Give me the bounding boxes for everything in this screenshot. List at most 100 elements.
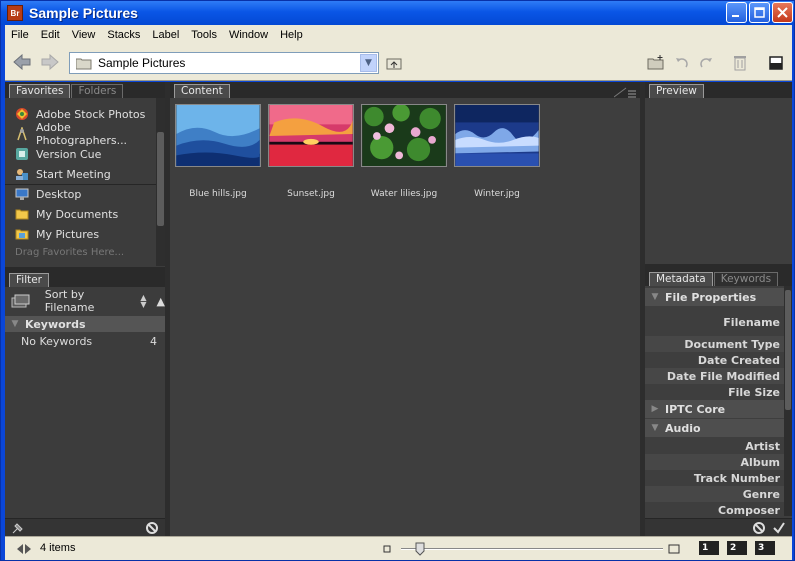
thumbnail-size-slider[interactable]: [401, 548, 663, 550]
iptc-core-section[interactable]: ▶ IPTC Core: [645, 400, 784, 418]
winter-thumbnail[interactable]: [454, 104, 540, 167]
metadata-scrollbar[interactable]: [784, 286, 792, 516]
filter-row-label: No Keywords: [21, 335, 93, 348]
menu-file[interactable]: File: [5, 29, 35, 41]
favorite-my-pictures[interactable]: My Pictures: [15, 224, 99, 244]
meeting-icon: [16, 169, 28, 180]
favorite-desktop[interactable]: Desktop: [15, 184, 81, 204]
slider-handle[interactable]: [415, 542, 425, 556]
workspace-1-label: 1: [702, 543, 709, 553]
audio-section[interactable]: ▼ Audio: [645, 419, 784, 437]
sort-ascending-icon[interactable]: ▲: [157, 295, 165, 308]
file-properties-section[interactable]: ▼ File Properties: [645, 288, 784, 306]
window-title: Sample Pictures: [29, 5, 138, 21]
new-folder-icon[interactable]: [647, 54, 665, 72]
tab-folders[interactable]: Folders: [71, 84, 124, 98]
meta-field-date-modified: Date File Modified: [666, 370, 780, 383]
meta-field-document-type: Document Type: [684, 338, 780, 351]
sort-row: Sort by Filename ▲ ▼ ▲: [5, 287, 165, 315]
tab-favorites[interactable]: Favorites: [9, 84, 71, 98]
forward-arrow-icon[interactable]: [41, 54, 59, 70]
favorite-adobe-photographers[interactable]: Adobe Photographers...: [15, 121, 165, 147]
water-lilies-thumbnail[interactable]: [361, 104, 447, 167]
checkmark-icon[interactable]: [772, 521, 786, 535]
favorite-label: Adobe Stock Photos: [36, 107, 146, 121]
filter-row-no-keywords[interactable]: No Keywords 4: [21, 335, 157, 348]
status-bar: 4 items 1 2 3: [5, 536, 792, 560]
minimize-button[interactable]: [726, 2, 747, 23]
scroll-thumb[interactable]: [785, 290, 791, 410]
version-cue-icon: [16, 148, 28, 160]
path-dropdown[interactable]: Sample Pictures ▼: [69, 52, 379, 74]
menu-tools[interactable]: Tools: [185, 29, 223, 41]
section-title: Keywords: [25, 317, 86, 331]
menu-stacks[interactable]: Stacks: [101, 29, 146, 41]
toggle-panels-icon[interactable]: [17, 544, 31, 554]
workspace-3-button[interactable]: 3: [755, 541, 775, 555]
small-thumbnail-icon[interactable]: [383, 545, 391, 553]
thumbnail-caption: Water lilies.jpg: [370, 189, 438, 199]
menu-help[interactable]: Help: [274, 29, 309, 41]
sort-by-label[interactable]: Sort by Filename: [45, 288, 137, 314]
thumbnail-caption: Blue hills.jpg: [189, 189, 247, 199]
expand-triangle-icon: ▶: [651, 404, 659, 414]
sort-updown-icon[interactable]: ▲ ▼: [140, 294, 146, 309]
favorite-version-cue[interactable]: Version Cue: [15, 144, 101, 164]
panel-menu-icon[interactable]: [614, 86, 638, 98]
drag-favorites-hint: Drag Favorites Here...: [15, 246, 125, 258]
folder-icon: [15, 209, 29, 220]
back-arrow-icon[interactable]: [13, 54, 31, 70]
rotate-right-icon[interactable]: [697, 54, 715, 72]
delete-trash-icon[interactable]: [731, 54, 749, 72]
scroll-thumb[interactable]: [157, 132, 164, 226]
tab-keywords[interactable]: Keywords: [713, 272, 779, 286]
go-up-folder-icon[interactable]: [385, 54, 403, 72]
favorite-label: My Pictures: [36, 227, 100, 241]
favorites-panel: Favorites Folders Adobe Stock Photos Ado…: [5, 82, 165, 267]
rotate-left-icon[interactable]: [673, 54, 691, 72]
preview-panel: Preview: [645, 82, 792, 264]
tab-metadata[interactable]: Metadata: [649, 272, 713, 286]
favorite-label: Version Cue: [36, 147, 102, 161]
large-thumbnail-icon[interactable]: [668, 543, 680, 555]
collapse-triangle-icon: ▼: [651, 423, 659, 433]
filter-keywords-section[interactable]: ▼ Keywords: [5, 316, 165, 332]
tab-content[interactable]: Content: [174, 84, 230, 98]
favorite-start-meeting[interactable]: Start Meeting: [15, 164, 111, 184]
sunset-thumbnail[interactable]: [268, 104, 354, 167]
favorite-my-documents[interactable]: My Documents: [15, 204, 118, 224]
collapse-triangle-icon: ▼: [11, 319, 19, 329]
meta-field-album: Album: [740, 456, 780, 469]
filter-footer: [5, 518, 165, 536]
section-title: File Properties: [665, 290, 757, 304]
pin-icon[interactable]: [11, 521, 25, 535]
workspace-3-label: 3: [758, 543, 765, 553]
blue-hills-thumbnail[interactable]: [175, 104, 261, 167]
menu-bar: File Edit View Stacks Label Tools Window…: [5, 25, 792, 45]
clear-filter-icon[interactable]: [145, 521, 159, 535]
no-sign-icon[interactable]: [752, 521, 766, 535]
title-bar[interactable]: Br Sample Pictures: [1, 1, 794, 25]
photographers-icon: [17, 127, 27, 141]
menu-label[interactable]: Label: [146, 29, 185, 41]
menu-edit[interactable]: Edit: [35, 29, 66, 41]
menu-view[interactable]: View: [66, 29, 102, 41]
favorites-scrollbar[interactable]: [156, 98, 165, 266]
minimize-icon: [732, 15, 739, 17]
menu-window[interactable]: Window: [223, 29, 274, 41]
tab-filter[interactable]: Filter: [9, 273, 50, 287]
maximize-button[interactable]: [749, 2, 770, 23]
chevron-down-icon[interactable]: ▼: [360, 54, 377, 72]
metadata-footer: [645, 518, 792, 536]
compact-mode-icon[interactable]: [767, 54, 785, 72]
filter-panel: Filter Sort by Filename ▲ ▼ ▲ ▼ Keywords …: [5, 271, 165, 536]
meta-field-genre: Genre: [742, 488, 780, 501]
content-panel: Content Blue hills.jpg Sunset.jpg Water …: [170, 82, 640, 536]
app-window: Br Sample Pictures File Edit View Stacks…: [0, 0, 795, 561]
metadata-panel: Metadata Keywords ▼ File Properties File…: [645, 270, 792, 536]
desktop-icon: [15, 188, 29, 200]
workspace-2-button[interactable]: 2: [727, 541, 747, 555]
tab-preview[interactable]: Preview: [649, 84, 704, 98]
close-button[interactable]: [772, 2, 793, 23]
workspace-1-button[interactable]: 1: [699, 541, 719, 555]
